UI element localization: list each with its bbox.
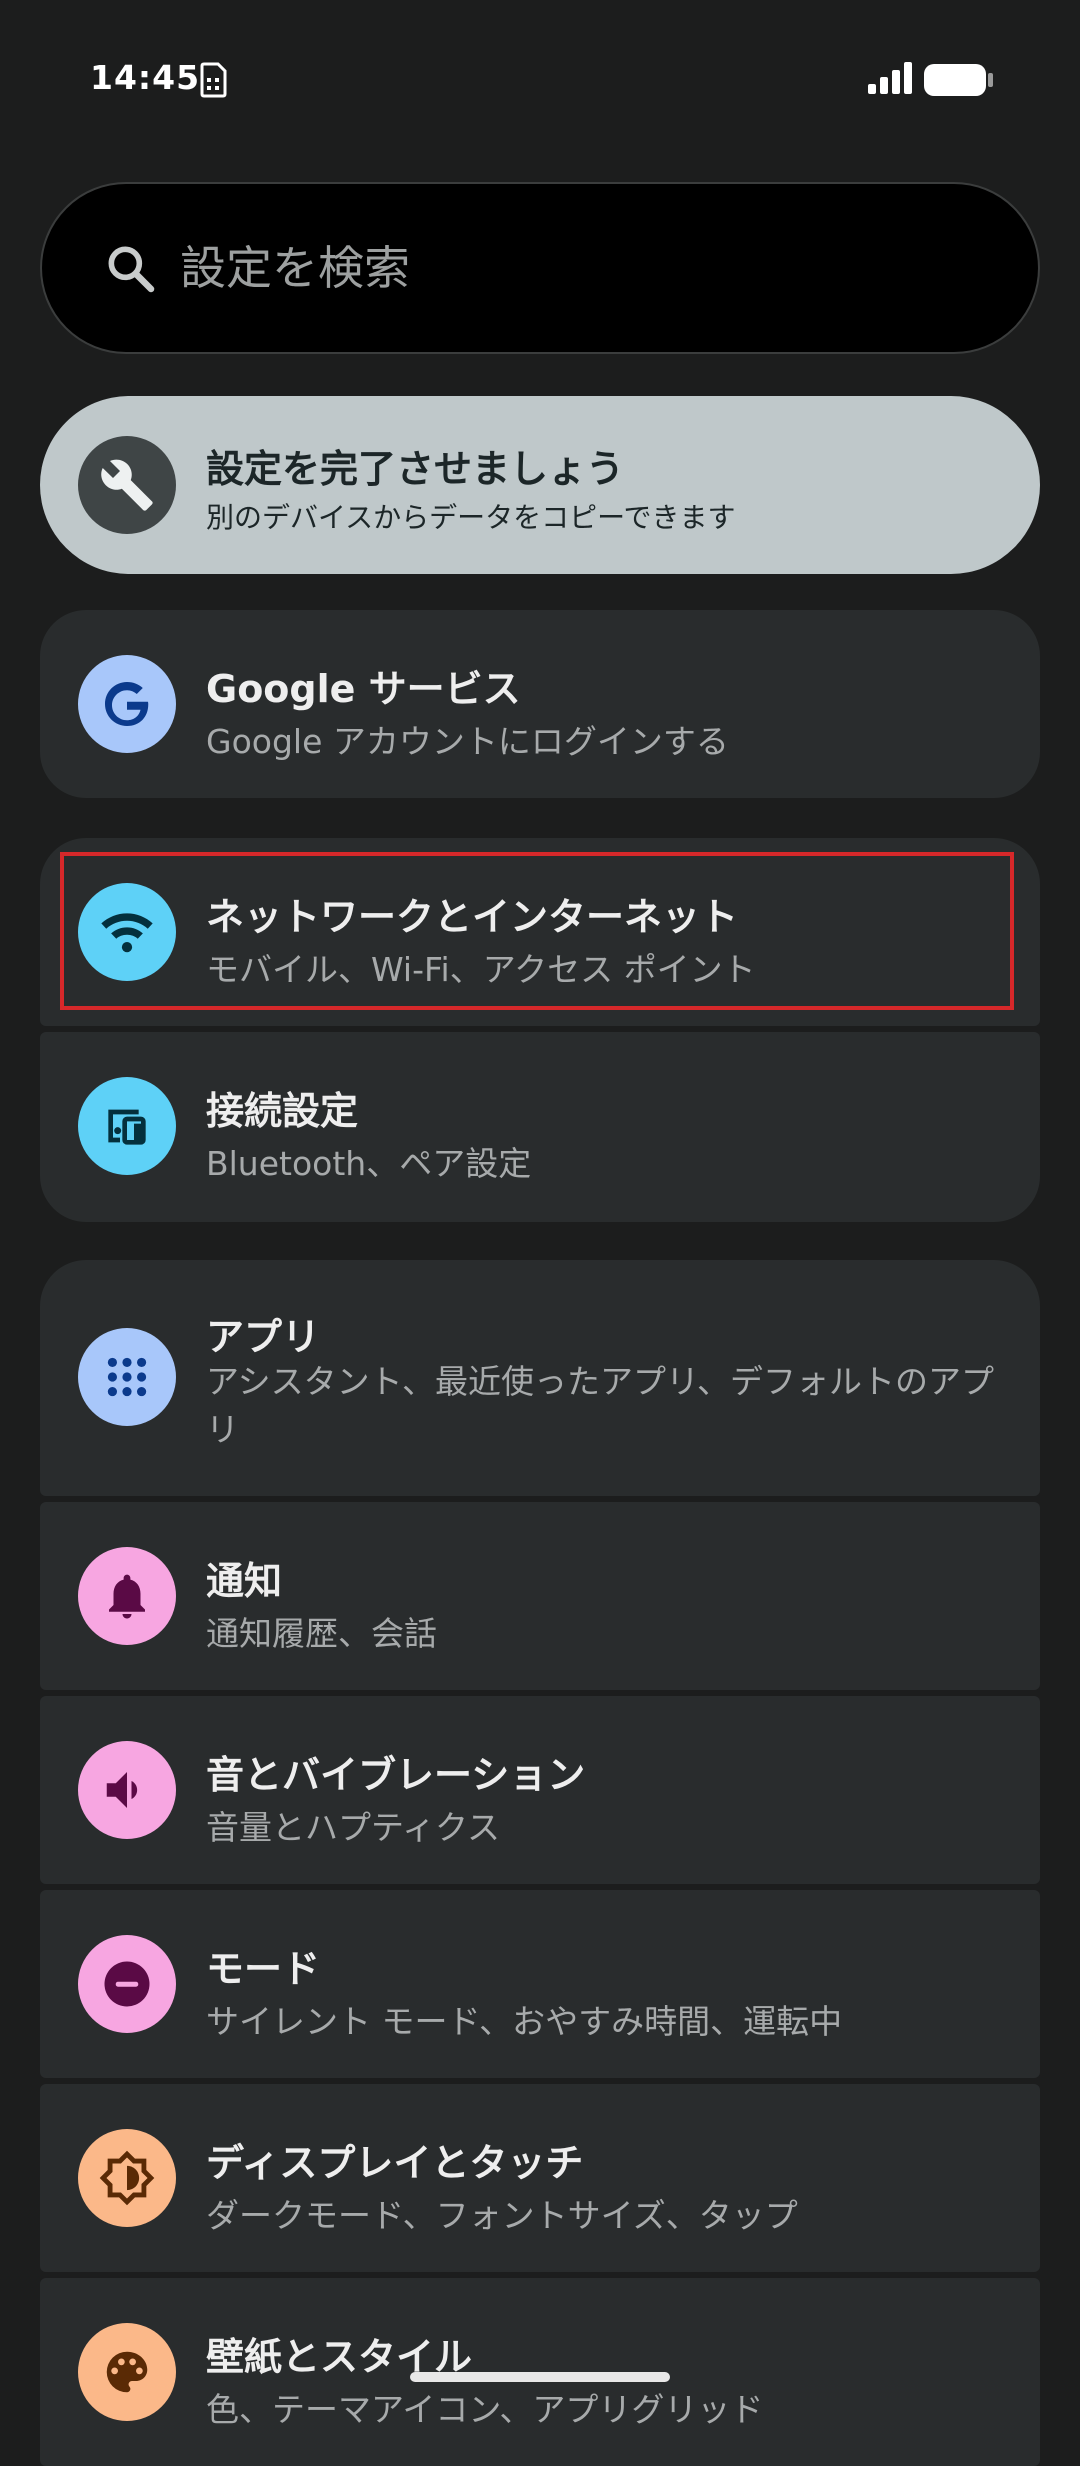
settings-item-subtitle: アシスタント、最近使ったアプリ、デフォルトのアプリ (206, 1362, 995, 1449)
settings-item-connected-devices[interactable]: 接続設定 Bluetooth、ペア設定 (40, 1032, 1040, 1222)
settings-item-subtitle: Google アカウントにログインする (206, 722, 729, 761)
status-time: 14:45 (90, 58, 201, 97)
settings-item-subtitle: 音量とハプティクス (206, 1808, 501, 1847)
google-icon (78, 655, 176, 753)
settings-item-google[interactable]: Google サービス Google アカウントにログインする (40, 610, 1040, 798)
status-bar: 14:45 (0, 0, 1080, 160)
settings-item-modes[interactable]: モード サイレント モード、おやすみ時間、運転中 (40, 1890, 1040, 2078)
setup-card[interactable]: 設定を完了させましょう 別のデバイスからデータをコピーできます (40, 396, 1040, 574)
settings-item-title: ディスプレイとタッチ (206, 2141, 584, 2185)
settings-item-title: Google サービス (206, 667, 521, 711)
settings-item-subtitle: 色、テーマアイコン、アプリグリッド (206, 2390, 764, 2429)
search-icon (108, 246, 155, 293)
sim-card-icon (200, 62, 227, 98)
signal-icon (868, 62, 912, 94)
settings-item-sound[interactable]: 音とバイブレーション 音量とハプティクス (40, 1696, 1040, 1884)
connected-devices-icon (78, 1077, 176, 1175)
settings-item-subtitle: ダークモード、フォントサイズ、タップ (206, 2196, 798, 2235)
settings-item-subtitle: 通知履歴、会話 (206, 1614, 437, 1653)
settings-item-title: モード (206, 1947, 321, 1991)
search-bar[interactable] (40, 182, 1040, 354)
setup-icon (78, 436, 176, 534)
battery-icon (924, 64, 993, 96)
settings-item-display[interactable]: ディスプレイとタッチ ダークモード、フォントサイズ、タップ (40, 2084, 1040, 2272)
settings-item-title: 通知 (206, 1559, 283, 1603)
settings-item-subtitle: Bluetooth、ペア設定 (206, 1144, 532, 1183)
settings-item-apps[interactable]: アプリ アシスタント、最近使ったアプリ、デフォルトのアプリ (40, 1260, 1040, 1496)
bell-icon (78, 1547, 176, 1645)
highlight-box (60, 852, 1014, 1010)
speaker-icon (78, 1741, 176, 1839)
palette-icon (78, 2323, 176, 2421)
setup-subtitle: 別のデバイスからデータをコピーできます (206, 501, 736, 534)
do-not-disturb-icon (78, 1935, 176, 2033)
settings-group-google: Google サービス Google アカウントにログインする (40, 610, 1040, 798)
settings-group-device: アプリ アシスタント、最近使ったアプリ、デフォルトのアプリ 通知 通知履歴、会話… (40, 1260, 1040, 2466)
apps-grid-icon (78, 1328, 176, 1426)
search-input[interactable] (178, 232, 978, 304)
gesture-navigation-bar[interactable] (410, 2372, 670, 2382)
settings-item-subtitle: サイレント モード、おやすみ時間、運転中 (206, 2002, 843, 2041)
settings-item-notifications[interactable]: 通知 通知履歴、会話 (40, 1502, 1040, 1690)
setup-title: 設定を完了させましょう (206, 447, 625, 491)
brightness-icon (78, 2129, 176, 2227)
settings-item-title: アプリ (206, 1315, 321, 1359)
wrench-icon (101, 459, 153, 511)
settings-item-title: 音とバイブレーション (206, 1753, 586, 1797)
settings-item-title: 接続設定 (206, 1089, 359, 1133)
